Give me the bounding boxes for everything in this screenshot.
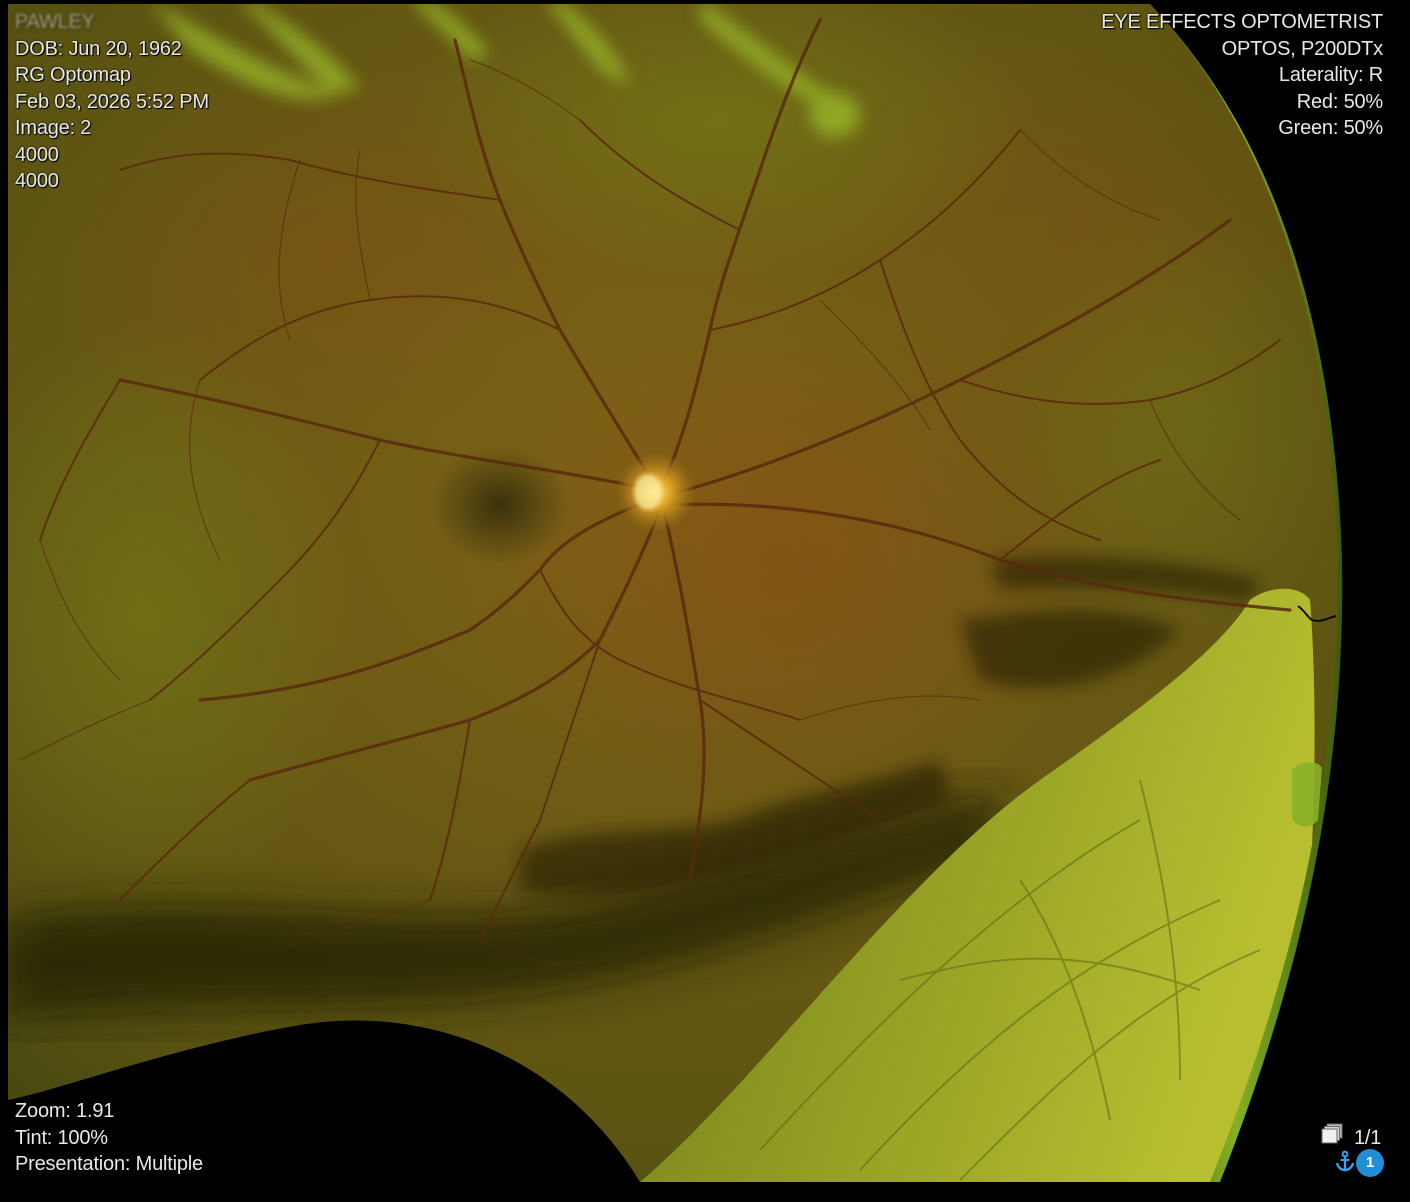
image-width: 4000	[15, 143, 59, 166]
image-viewport[interactable]: PAWLEY DOB: Jun 20, 1962 RG Optomap Feb …	[0, 0, 1410, 1202]
frame-navigation: 1/1 1	[1318, 1122, 1393, 1178]
device-model: OPTOS, P200DTx	[1221, 37, 1384, 60]
red-channel: Red: 50%	[1296, 90, 1383, 113]
image-number: Image: 2	[15, 117, 92, 139]
green-channel: Green: 50%	[1278, 117, 1383, 139]
anchor-icon[interactable]	[1334, 1150, 1356, 1172]
modality-label: RG Optomap	[15, 64, 131, 86]
presentation-mode: Presentation: Multiple	[15, 1153, 203, 1175]
view-info-overlay: Zoom: 1.91 Tint: 100% Presentation: Mult…	[15, 1098, 203, 1178]
frame-counter: 1/1	[1354, 1127, 1382, 1149]
image-stack-icon[interactable]	[1320, 1122, 1344, 1146]
patient-dob: DOB: Jun 20, 1962	[15, 37, 182, 60]
patient-info-overlay: PAWLEY DOB: Jun 20, 1962 RG Optomap Feb …	[15, 9, 209, 195]
laterality: Laterality: R	[1278, 64, 1383, 86]
series-badge[interactable]: 1	[1356, 1149, 1384, 1177]
institution-name: EYE EFFECTS OPTOMETRIST	[1101, 11, 1383, 33]
acquisition-datetime: Feb 03, 2026 5:52 PM	[15, 90, 209, 113]
device-info-overlay: EYE EFFECTS OPTOMETRIST OPTOS, P200DTx L…	[1101, 9, 1383, 142]
patient-name: PAWLEY	[15, 11, 95, 33]
retinal-fundus-image[interactable]	[0, 0, 1410, 1202]
image-height: 4000	[15, 170, 59, 192]
zoom-level: Zoom: 1.91	[15, 1100, 115, 1122]
tint-level: Tint: 100%	[15, 1126, 108, 1149]
